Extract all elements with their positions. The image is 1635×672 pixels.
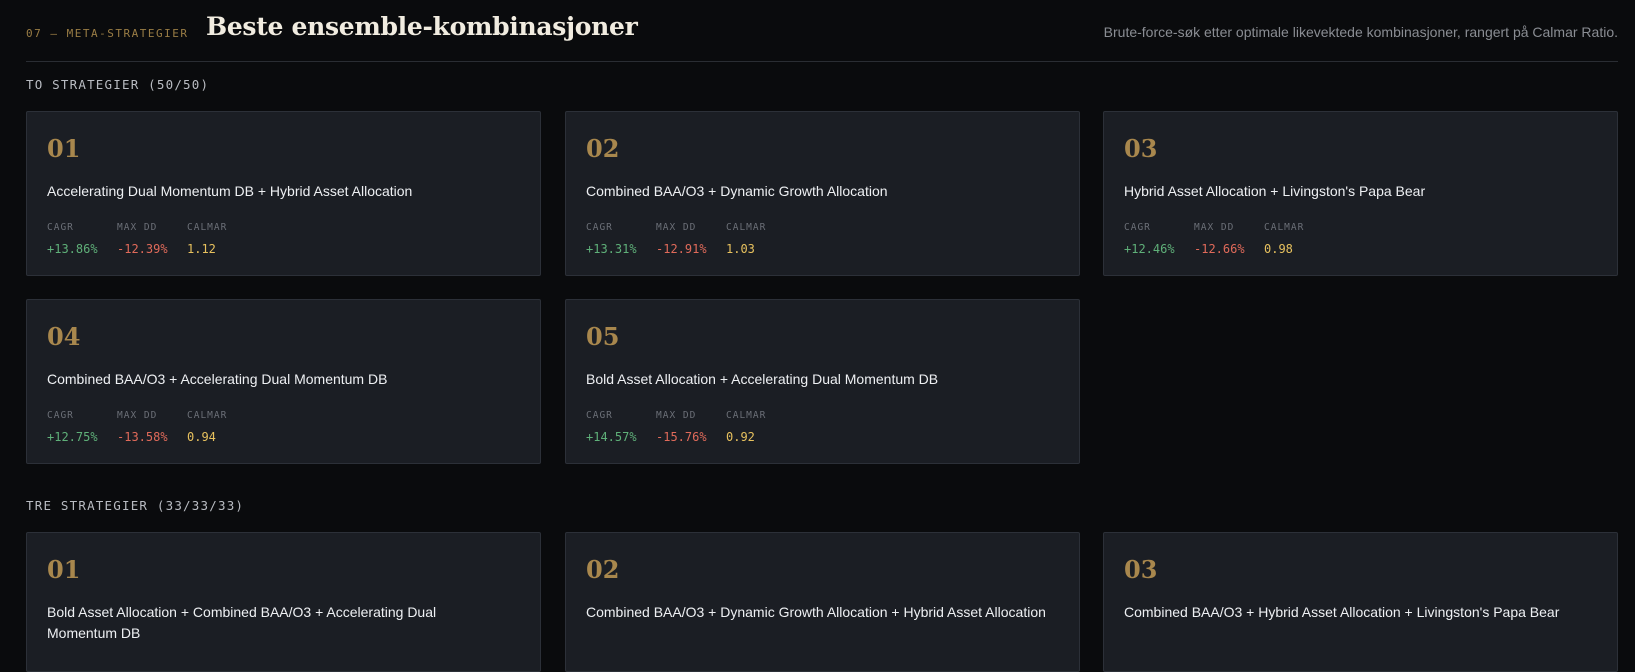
metric-label-calmar: CALMAR (726, 222, 767, 233)
metric-label-calmar: CALMAR (187, 410, 228, 421)
combo-rank: 02 (586, 134, 620, 163)
combo-card[interactable]: 05 Bold Asset Allocation + Accelerating … (565, 299, 1080, 464)
combo-card[interactable]: 04 Combined BAA/O3 + Accelerating Dual M… (26, 299, 541, 464)
metric-label-maxdd: MAX DD (656, 222, 697, 233)
combo-rank: 01 (47, 555, 81, 584)
combo-card[interactable]: 03 Hybrid Asset Allocation + Livingston'… (1103, 111, 1618, 276)
cagr-value: +13.86% (47, 242, 98, 256)
maxdd-value: -12.39% (117, 242, 168, 256)
calmar-value: 1.12 (187, 242, 216, 256)
metric-maxdd: MAX DD -12.39% (117, 222, 169, 256)
metric-cagr: CAGR +13.86% (47, 222, 99, 256)
metric-calmar: CALMAR 0.92 (726, 410, 766, 444)
metrics-row: CAGR +12.46% MAX DD -12.66% CALMAR 0.98 (1124, 222, 1322, 256)
calmar-value: 0.94 (187, 430, 216, 444)
combo-rank: 05 (586, 322, 620, 351)
combo-rank: 03 (1124, 555, 1158, 584)
combo-name: Hybrid Asset Allocation + Livingston's P… (1124, 183, 1426, 199)
combo-name: Combined BAA/O3 + Dynamic Growth Allocat… (586, 604, 1046, 620)
section-label-three-strategies: TRE STRATEGIER (33/33/33) (26, 498, 245, 513)
combo-card[interactable]: 01 Bold Asset Allocation + Combined BAA/… (26, 532, 541, 672)
combo-rank: 02 (586, 555, 620, 584)
metrics-row: CAGR +13.31% MAX DD -12.91% CALMAR 1.03 (586, 222, 784, 256)
metric-cagr: CAGR +14.57% (586, 410, 638, 444)
calmar-value: 1.03 (726, 242, 755, 256)
metric-label-maxdd: MAX DD (117, 410, 158, 421)
metric-calmar: CALMAR 1.03 (726, 222, 766, 256)
cagr-value: +13.31% (586, 242, 637, 256)
metric-maxdd: MAX DD -13.58% (117, 410, 169, 444)
section-label-two-strategies: TO STRATEGIER (50/50) (26, 77, 210, 92)
metric-label-cagr: CAGR (47, 222, 74, 233)
metric-label-maxdd: MAX DD (656, 410, 697, 421)
metric-maxdd: MAX DD -15.76% (656, 410, 708, 444)
calmar-value: 0.92 (726, 430, 755, 444)
page-header: 07 — META-STRATEGIER Beste ensemble-komb… (26, 0, 1618, 62)
combo-card[interactable]: 01 Accelerating Dual Momentum DB + Hybri… (26, 111, 541, 276)
section-eyebrow: 07 — META-STRATEGIER (26, 27, 189, 40)
metric-cagr: CAGR +13.31% (586, 222, 638, 256)
metrics-row: CAGR +12.75% MAX DD -13.58% CALMAR 0.94 (47, 410, 245, 444)
combo-name: Bold Asset Allocation + Combined BAA/O3 … (47, 604, 437, 641)
metric-calmar: CALMAR 1.12 (187, 222, 227, 256)
combo-name: Combined BAA/O3 + Accelerating Dual Mome… (47, 371, 388, 387)
maxdd-value: -13.58% (117, 430, 168, 444)
metrics-row: CAGR +13.86% MAX DD -12.39% CALMAR 1.12 (47, 222, 245, 256)
metric-label-calmar: CALMAR (1264, 222, 1305, 233)
metric-cagr: CAGR +12.46% (1124, 222, 1176, 256)
metric-maxdd: MAX DD -12.91% (656, 222, 708, 256)
combo-card[interactable]: 02 Combined BAA/O3 + Dynamic Growth Allo… (565, 532, 1080, 672)
cagr-value: +12.75% (47, 430, 98, 444)
combo-rank: 01 (47, 134, 81, 163)
combo-name: Combined BAA/O3 + Dynamic Growth Allocat… (586, 183, 888, 199)
cagr-value: +12.46% (1124, 242, 1175, 256)
combo-rank: 04 (47, 322, 81, 351)
combo-name: Accelerating Dual Momentum DB + Hybrid A… (47, 183, 413, 199)
maxdd-value: -12.66% (1194, 242, 1245, 256)
combo-name: Bold Asset Allocation + Accelerating Dua… (586, 371, 939, 387)
maxdd-value: -12.91% (656, 242, 707, 256)
metric-label-cagr: CAGR (1124, 222, 1151, 233)
page-title: Beste ensemble-kombinasjoner (206, 12, 638, 41)
combo-card[interactable]: 02 Combined BAA/O3 + Dynamic Growth Allo… (565, 111, 1080, 276)
metric-calmar: CALMAR 0.98 (1264, 222, 1304, 256)
metric-maxdd: MAX DD -12.66% (1194, 222, 1246, 256)
metric-cagr: CAGR +12.75% (47, 410, 99, 444)
metric-calmar: CALMAR 0.94 (187, 410, 227, 444)
calmar-value: 0.98 (1264, 242, 1293, 256)
cagr-value: +14.57% (586, 430, 637, 444)
combo-card[interactable]: 03 Combined BAA/O3 + Hybrid Asset Alloca… (1103, 532, 1618, 672)
metric-label-maxdd: MAX DD (1194, 222, 1235, 233)
combo-name: Combined BAA/O3 + Hybrid Asset Allocatio… (1124, 604, 1560, 620)
maxdd-value: -15.76% (656, 430, 707, 444)
metric-label-calmar: CALMAR (187, 222, 228, 233)
metric-label-cagr: CAGR (586, 222, 613, 233)
metric-label-maxdd: MAX DD (117, 222, 158, 233)
metric-label-cagr: CAGR (47, 410, 74, 421)
metric-label-cagr: CAGR (586, 410, 613, 421)
metric-label-calmar: CALMAR (726, 410, 767, 421)
combo-rank: 03 (1124, 134, 1158, 163)
page-subtitle: Brute-force-søk etter optimale likevekte… (1103, 24, 1618, 40)
metrics-row: CAGR +14.57% MAX DD -15.76% CALMAR 0.92 (586, 410, 784, 444)
